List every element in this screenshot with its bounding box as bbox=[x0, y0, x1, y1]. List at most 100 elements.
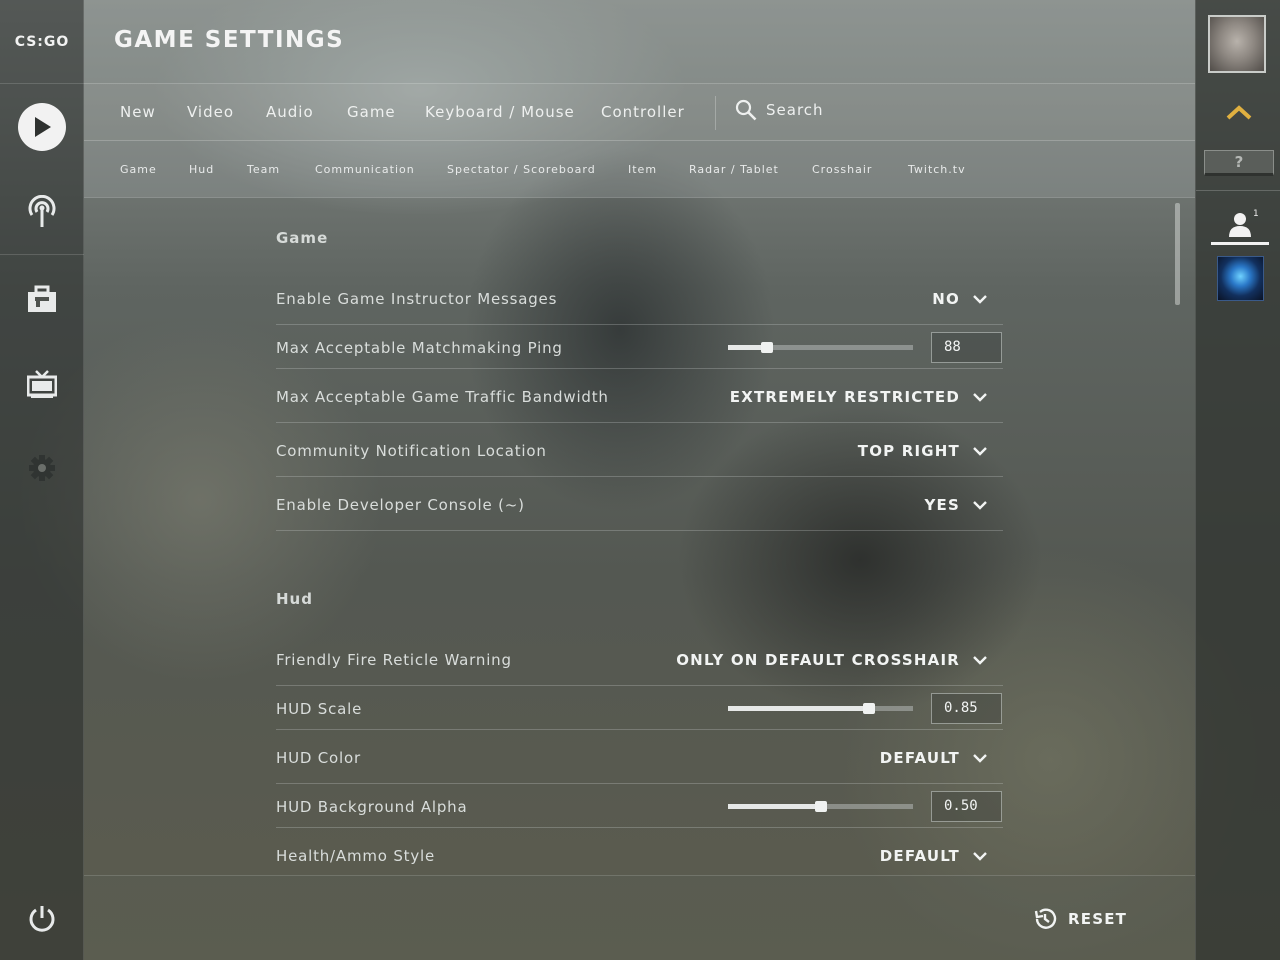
tab-video[interactable]: Video bbox=[187, 103, 234, 121]
friend-avatar[interactable] bbox=[1217, 256, 1264, 301]
hud-alpha-value-input[interactable]: 0.50 bbox=[931, 791, 1002, 822]
setting-row-ff-reticle: Friendly Fire Reticle Warning ONLY ON DE… bbox=[276, 637, 1003, 686]
subtab-spectator-scoreboard[interactable]: Spectator / Scoreboard bbox=[447, 163, 596, 176]
search-label: Search bbox=[766, 101, 824, 119]
slider-thumb[interactable] bbox=[760, 342, 773, 353]
dropdown-value: NO bbox=[932, 290, 960, 308]
broadcast-icon bbox=[28, 195, 56, 227]
settings-button[interactable] bbox=[0, 426, 84, 510]
section-title-hud: Hud bbox=[276, 590, 313, 608]
main-sidebar: CS:GO bbox=[0, 0, 84, 960]
settings-header: GAME SETTINGS bbox=[84, 0, 1195, 84]
help-button[interactable]: ? bbox=[1204, 150, 1274, 176]
setting-row-hud-color: HUD Color DEFAULT bbox=[276, 730, 1003, 784]
content-scrollbar[interactable] bbox=[1175, 203, 1180, 305]
slider-thumb[interactable] bbox=[814, 801, 827, 812]
subtab-item[interactable]: Item bbox=[628, 163, 657, 176]
subtab-twitch[interactable]: Twitch.tv bbox=[908, 163, 966, 176]
tab-game[interactable]: Game bbox=[347, 103, 396, 121]
chevron-down-icon bbox=[973, 851, 987, 861]
hud-scale-value-input[interactable]: 0.85 bbox=[931, 693, 1002, 724]
slider-thumb[interactable] bbox=[862, 703, 875, 714]
page-title: GAME SETTINGS bbox=[114, 27, 345, 53]
subtab-hud[interactable]: Hud bbox=[189, 163, 214, 176]
tab-controller[interactable]: Controller bbox=[601, 103, 685, 121]
health-style-dropdown[interactable]: DEFAULT bbox=[880, 847, 987, 865]
ping-slider[interactable] bbox=[728, 342, 913, 353]
setting-label: Max Acceptable Matchmaking Ping bbox=[276, 339, 563, 357]
user-icon bbox=[1229, 213, 1251, 237]
tab-audio[interactable]: Audio bbox=[266, 103, 314, 121]
watch-button[interactable] bbox=[0, 342, 84, 426]
tab-keyboard-mouse[interactable]: Keyboard / Mouse bbox=[425, 103, 575, 121]
chevron-down-icon bbox=[973, 294, 987, 304]
reset-button[interactable]: RESET bbox=[1033, 907, 1127, 931]
tab-new[interactable]: New bbox=[120, 103, 156, 121]
inventory-button[interactable] bbox=[0, 257, 84, 341]
play-button[interactable] bbox=[0, 85, 84, 169]
settings-subtabs: Game Hud Team Communication Spectator / … bbox=[84, 141, 1195, 198]
setting-label: Max Acceptable Game Traffic Bandwidth bbox=[276, 388, 609, 406]
ff-reticle-dropdown[interactable]: ONLY ON DEFAULT CROSSHAIR bbox=[676, 651, 987, 669]
setting-row-bandwidth: Max Acceptable Game Traffic Bandwidth EX… bbox=[276, 369, 1003, 423]
section-title-game: Game bbox=[276, 229, 329, 247]
subtab-radar-tablet[interactable]: Radar / Tablet bbox=[689, 163, 779, 176]
hud-scale-slider[interactable] bbox=[728, 703, 913, 714]
chevron-down-icon bbox=[973, 753, 987, 763]
reset-history-icon bbox=[1034, 908, 1057, 929]
setting-label: HUD Background Alpha bbox=[276, 798, 468, 816]
setting-label: HUD Scale bbox=[276, 700, 363, 718]
settings-footer: RESET bbox=[84, 875, 1195, 960]
play-icon bbox=[18, 103, 66, 151]
chevron-down-icon bbox=[973, 655, 987, 665]
slider-fill bbox=[728, 804, 821, 809]
settings-content: Game Enable Game Instructor Messages NO … bbox=[276, 198, 1003, 874]
subtab-game[interactable]: Game bbox=[120, 163, 157, 176]
friends-count: 1 bbox=[1253, 209, 1259, 219]
panel-divider bbox=[1196, 190, 1280, 191]
chevron-down-icon bbox=[973, 446, 987, 456]
subtab-communication[interactable]: Communication bbox=[315, 163, 415, 176]
watch-broadcast-button[interactable] bbox=[0, 170, 84, 254]
dropdown-value: DEFAULT bbox=[879, 749, 960, 767]
player-avatar[interactable] bbox=[1208, 15, 1266, 73]
friends-panel: ? 1 bbox=[1195, 0, 1280, 960]
setting-label: Community Notification Location bbox=[276, 442, 547, 460]
instructor-dropdown[interactable]: NO bbox=[932, 290, 987, 308]
subtab-crosshair[interactable]: Crosshair bbox=[812, 163, 872, 176]
dropdown-value: ONLY ON DEFAULT CROSSHAIR bbox=[676, 651, 960, 669]
dropdown-value: DEFAULT bbox=[879, 847, 960, 865]
search-icon bbox=[735, 99, 757, 121]
subtab-team[interactable]: Team bbox=[247, 163, 280, 176]
power-button[interactable] bbox=[0, 876, 84, 960]
dropdown-value: TOP RIGHT bbox=[857, 442, 960, 460]
sidebar-divider bbox=[0, 254, 84, 255]
notification-location-dropdown[interactable]: TOP RIGHT bbox=[858, 442, 987, 460]
setting-row-notification: Community Notification Location TOP RIGH… bbox=[276, 423, 1003, 477]
inventory-icon bbox=[28, 285, 56, 312]
developer-console-dropdown[interactable]: YES bbox=[924, 496, 987, 514]
setting-label: Friendly Fire Reticle Warning bbox=[276, 651, 512, 669]
hud-alpha-slider[interactable] bbox=[728, 801, 913, 812]
hud-color-dropdown[interactable]: DEFAULT bbox=[880, 749, 987, 767]
rank-chevron-icon[interactable] bbox=[1226, 104, 1252, 120]
ping-value-input[interactable]: 88 bbox=[931, 332, 1002, 363]
chevron-down-icon bbox=[973, 500, 987, 510]
setting-label: Health/Ammo Style bbox=[276, 847, 436, 865]
settings-tabs: New Video Audio Game Keyboard / Mouse Co… bbox=[84, 84, 1195, 141]
setting-label: HUD Color bbox=[276, 749, 361, 767]
setting-label: Enable Developer Console (~) bbox=[276, 496, 525, 514]
logo-text: CS:GO bbox=[14, 33, 70, 50]
setting-row-hud-scale: HUD Scale 0.85 bbox=[276, 686, 1003, 730]
setting-label: Enable Game Instructor Messages bbox=[276, 290, 558, 308]
reset-label: RESET bbox=[1068, 910, 1128, 928]
dropdown-value: EXTREMELY RESTRICTED bbox=[729, 388, 960, 406]
setting-row-console: Enable Developer Console (~) YES bbox=[276, 477, 1003, 531]
gear-icon bbox=[29, 455, 55, 481]
setting-row-instructor: Enable Game Instructor Messages NO bbox=[276, 276, 1003, 325]
csgo-logo: CS:GO bbox=[0, 0, 84, 84]
bandwidth-dropdown[interactable]: EXTREMELY RESTRICTED bbox=[730, 388, 987, 406]
search-button[interactable]: Search bbox=[735, 99, 824, 121]
friends-tab[interactable]: 1 bbox=[1211, 205, 1269, 245]
setting-row-health-style: Health/Ammo Style DEFAULT bbox=[276, 828, 1003, 874]
